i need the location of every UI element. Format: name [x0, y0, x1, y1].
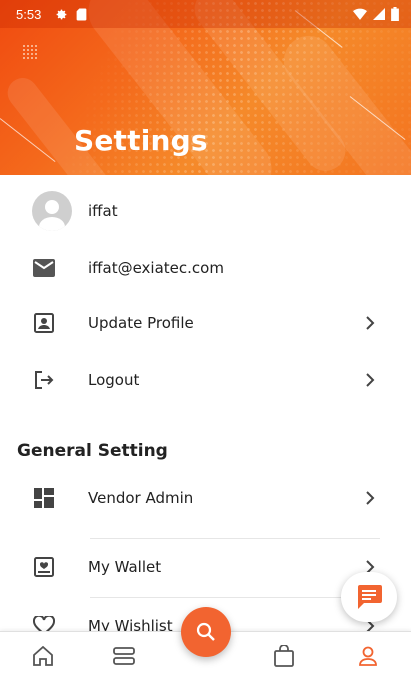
my-wallet-label: My Wallet	[88, 558, 162, 576]
logout-icon	[32, 368, 56, 392]
profile-card-icon	[32, 311, 56, 335]
search-button[interactable]	[181, 607, 231, 657]
chat-button[interactable]	[341, 572, 397, 622]
dot-grid-icon	[23, 45, 37, 59]
chevron-right-icon	[366, 316, 375, 330]
logout-label: Logout	[88, 371, 140, 389]
status-bar: 5:53	[0, 0, 411, 28]
email-text: iffat@exiatec.com	[88, 259, 224, 277]
gear-icon	[56, 9, 67, 19]
update-profile-label: Update Profile	[88, 314, 194, 332]
wallet-icon	[32, 555, 56, 579]
dashboard-icon	[32, 486, 56, 510]
bag-icon[interactable]	[272, 644, 296, 668]
chevron-right-icon	[366, 373, 375, 387]
general-setting-heading: General Setting	[17, 441, 168, 461]
mail-icon	[32, 256, 56, 280]
sd-card-icon	[76, 8, 87, 20]
logout-item[interactable]: Logout	[0, 352, 411, 408]
signal-icon	[373, 8, 385, 20]
vendor-admin-item[interactable]: Vendor Admin	[0, 470, 411, 526]
chat-icon	[358, 585, 382, 609]
search-icon	[196, 622, 215, 641]
page-title: Settings	[74, 124, 208, 157]
email-row: iffat@exiatec.com	[0, 240, 411, 296]
username-row: iffat	[0, 183, 411, 239]
status-time: 5:53	[16, 6, 42, 22]
update-profile-item[interactable]: Update Profile	[0, 295, 411, 351]
battery-icon	[391, 7, 399, 21]
chevron-right-icon	[366, 491, 375, 505]
menu-icon[interactable]	[112, 644, 136, 668]
username-text: iffat	[88, 202, 118, 220]
profile-icon[interactable]	[356, 644, 380, 668]
home-icon[interactable]	[31, 644, 55, 668]
wifi-icon	[353, 8, 367, 20]
vendor-admin-label: Vendor Admin	[88, 489, 194, 507]
